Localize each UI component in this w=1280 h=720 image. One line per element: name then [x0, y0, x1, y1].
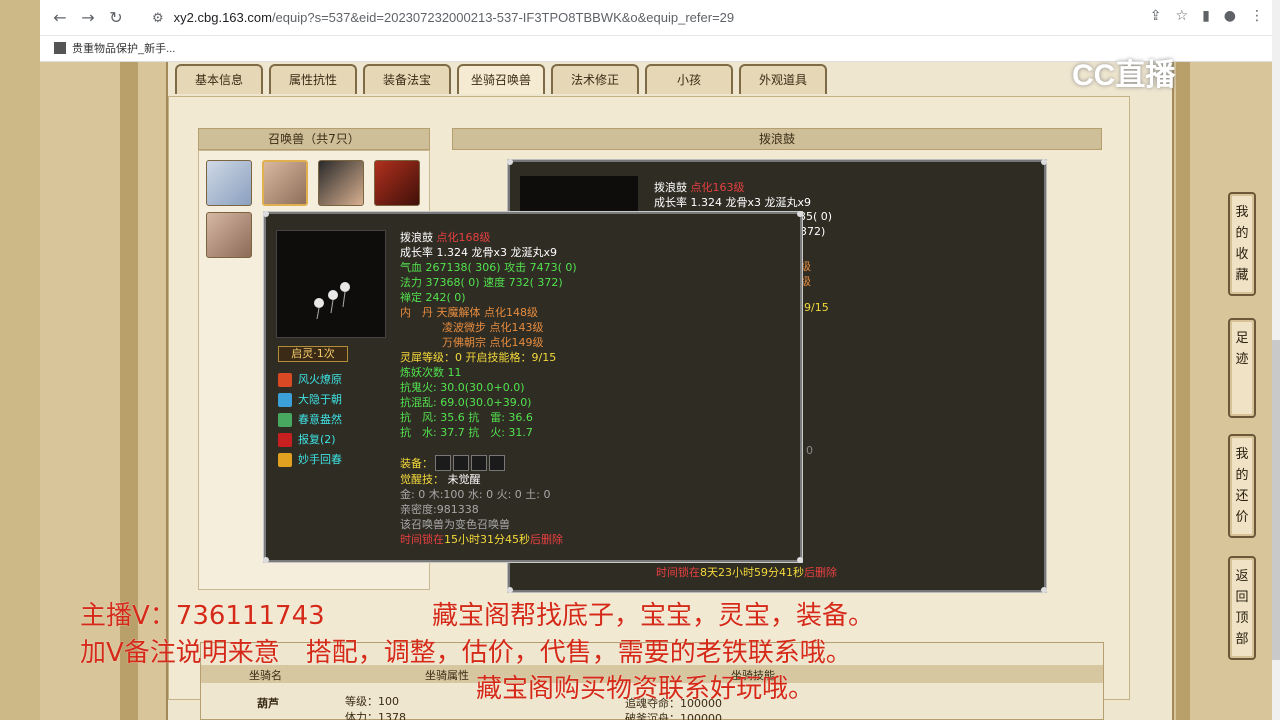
- bookmark-item[interactable]: 贵重物品保护_新手...: [54, 40, 175, 56]
- browser-toolbar: ← → ↻ ⚙ xy2.cbg.163.com/equip?s=537&eid=2…: [40, 0, 1272, 36]
- back-icon[interactable]: ←: [50, 8, 70, 28]
- overlay-service: 藏宝阁帮找底子，宝宝，灵宝，装备。: [432, 601, 875, 631]
- pet-avatar[interactable]: [206, 212, 252, 258]
- skill-heal-icon: [278, 453, 292, 467]
- skill-hide-icon: [278, 393, 292, 407]
- tab-mounts-pets[interactable]: 坐骑召唤兽: [457, 64, 545, 94]
- favicon-icon: [54, 42, 66, 54]
- tab-child[interactable]: 小孩: [645, 64, 733, 94]
- tab-basic-info[interactable]: 基本信息: [175, 64, 263, 94]
- scrollbar-thumb[interactable]: [1272, 340, 1280, 660]
- reload-icon[interactable]: ↻: [106, 8, 126, 28]
- skill-spring-icon: [278, 413, 292, 427]
- left-background: [0, 0, 40, 720]
- pet-list-header: 召唤兽（共7只）: [198, 128, 430, 150]
- qiling-badge: 启灵·1次: [278, 346, 348, 362]
- address-bar[interactable]: ⚙ xy2.cbg.163.com/equip?s=537&eid=2023072…: [152, 7, 1152, 29]
- skill-item[interactable]: 春意盎然: [278, 410, 342, 430]
- decor-column-right: [1176, 62, 1190, 720]
- url-path: /equip?s=537&eid=202307232000213-537-IF3…: [271, 10, 735, 25]
- back-to-top-button[interactable]: 返回顶部: [1228, 556, 1256, 660]
- equip-slot[interactable]: [489, 455, 505, 471]
- skill-revenge-icon: [278, 433, 292, 447]
- rattle-icon: [314, 282, 350, 320]
- pet-detail-header: 拨浪鼓: [452, 128, 1102, 150]
- skill-item[interactable]: 风火燎原: [278, 370, 342, 390]
- streamer-contact: 主播V：736111743: [80, 601, 325, 631]
- pet-image: [276, 230, 386, 338]
- pet-avatar[interactable]: [374, 160, 420, 206]
- forward-icon[interactable]: →: [78, 8, 98, 28]
- skill-item[interactable]: 报复(2): [278, 430, 342, 450]
- overlay-buy: 藏宝阁购买物资联系好玩哦。: [476, 674, 815, 704]
- tab-attributes[interactable]: 属性抗性: [269, 64, 357, 94]
- pet-avatar[interactable]: [318, 160, 364, 206]
- url-domain: xy2.cbg.163.com: [173, 10, 272, 25]
- lock-time: 时间锁在8天23小时59分41秒后删除: [656, 566, 837, 579]
- equip-slot[interactable]: [453, 455, 469, 471]
- profile-icon[interactable]: ●: [1224, 8, 1236, 24]
- menu-icon[interactable]: ⋮: [1250, 8, 1264, 24]
- favorites-button[interactable]: 我的收藏: [1228, 192, 1256, 296]
- equip-slot[interactable]: [435, 455, 451, 471]
- pet-tooltip: 启灵·1次 风火燎原 大隐于朝 春意盎然 报复(2) 妙手回春 拨浪鼓 点化16…: [263, 211, 803, 563]
- my-offers-button[interactable]: 我的还价: [1228, 434, 1256, 538]
- skill-item[interactable]: 妙手回春: [278, 450, 342, 470]
- tab-bar: 基本信息 属性抗性 装备法宝 坐骑召唤兽 法术修正 小孩 外观道具: [175, 64, 827, 94]
- skill-fire-icon: [278, 373, 292, 387]
- tab-appearance[interactable]: 外观道具: [739, 64, 827, 94]
- skill-item[interactable]: 大隐于朝: [278, 390, 342, 410]
- cc-live-logo: CC直播: [1072, 59, 1176, 92]
- tab-spell-mods[interactable]: 法术修正: [551, 64, 639, 94]
- share-icon[interactable]: ⇪: [1150, 8, 1162, 24]
- star-icon[interactable]: ☆: [1176, 8, 1189, 24]
- equip-slot[interactable]: [471, 455, 487, 471]
- pet-avatar[interactable]: [206, 160, 252, 206]
- overlay-note: 加V备注说明来意 搭配，调整，估价，代售，需要的老铁联系哦。: [80, 638, 852, 668]
- site-info-icon[interactable]: ⚙: [152, 10, 164, 25]
- pet-stats: 拨浪鼓 点化168级 成长率 1.324 龙骨x3 龙涎丸x9 气血 26713…: [400, 231, 577, 546]
- skill-list: 风火燎原 大隐于朝 春意盎然 报复(2) 妙手回春: [278, 370, 342, 470]
- pet-avatar-selected[interactable]: [262, 160, 308, 206]
- tab-equipment[interactable]: 装备法宝: [363, 64, 451, 94]
- history-button[interactable]: 足迹: [1228, 318, 1256, 418]
- sidebar-icon[interactable]: ▮: [1202, 8, 1210, 24]
